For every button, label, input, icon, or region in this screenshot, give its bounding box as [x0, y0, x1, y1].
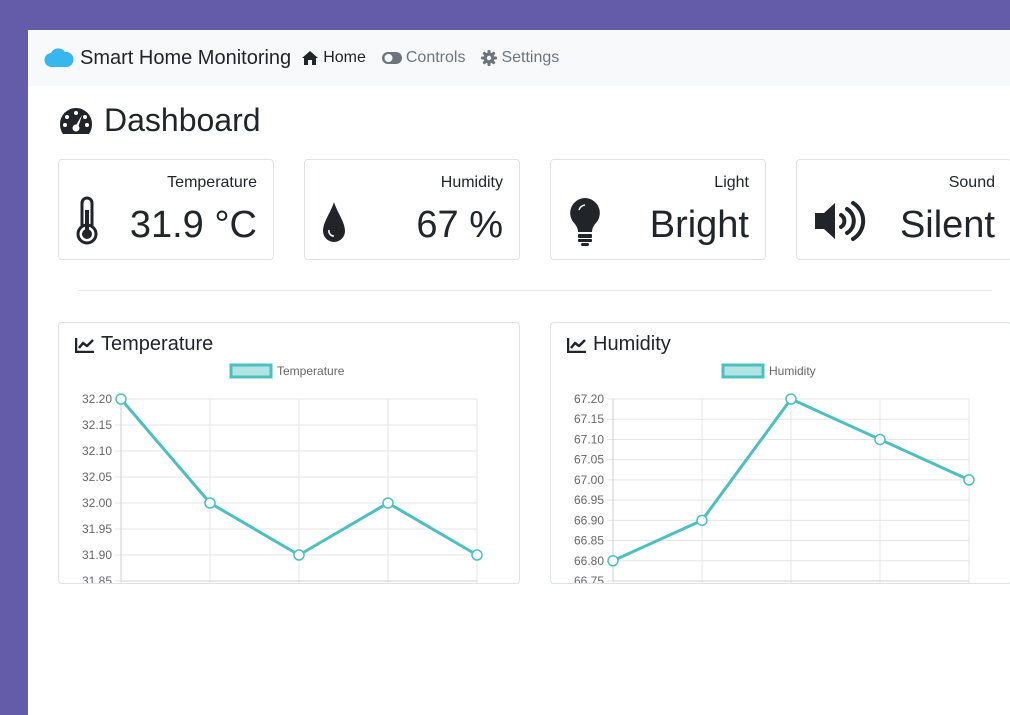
data-point	[874, 433, 886, 446]
legend-label: Humidity	[769, 364, 816, 378]
sound-value: Silent	[899, 204, 995, 246]
temperature-card: Temperature 31.9 °C	[58, 159, 274, 260]
humidity-chart: Humidity 67.20 67.15 67.10 67.05 67.00 66.95 66…	[574, 363, 975, 583]
gear-icon	[481, 50, 498, 66]
data-point	[204, 497, 216, 509]
nav-settings-label: Settings	[501, 49, 560, 66]
humidity-chart-header: Humidity	[567, 333, 671, 356]
y-tick-label: 67.05	[574, 453, 604, 467]
y-tick-label: 67.10	[574, 432, 604, 446]
legend-swatch	[721, 363, 765, 379]
navbar: Smart Home Monitoring Home Controls Sett…	[28, 30, 1010, 86]
y-tick-label: 32.05	[82, 470, 112, 484]
sound-card: Sound Silent	[796, 159, 1010, 260]
nav-controls-label: Controls	[405, 49, 466, 66]
y-tick-label: 31.95	[82, 522, 112, 536]
main-window: Smart Home Monitoring Home Controls Sett…	[28, 30, 1010, 715]
section-divider	[78, 290, 992, 291]
brand[interactable]: Smart Home Monitoring	[44, 47, 291, 70]
toggle-icon	[381, 52, 402, 64]
y-tick-label: 66.80	[574, 554, 604, 568]
nav-home-label: Home	[323, 49, 366, 66]
y-tick-label: 31.85	[82, 574, 112, 583]
speaker-icon	[815, 201, 866, 241]
data-point	[696, 514, 708, 527]
y-tick-label: 32.00	[82, 496, 112, 510]
data-point	[382, 497, 394, 509]
lightbulb-icon	[570, 198, 600, 246]
humidity-card: Humidity 67 %	[304, 159, 520, 260]
y-tick-label: 31.90	[82, 548, 112, 562]
y-tick-label: 32.10	[82, 444, 112, 458]
legend-swatch	[229, 363, 273, 379]
light-card: Light Bright	[550, 159, 766, 260]
nav-controls[interactable]: Controls	[381, 49, 466, 67]
data-point	[607, 555, 619, 567]
nav-home[interactable]: Home	[301, 49, 366, 67]
data-point	[963, 474, 975, 486]
y-tick-label: 66.85	[574, 534, 604, 548]
humidity-value: 67 %	[416, 204, 503, 246]
y-tick-label: 32.20	[82, 392, 112, 406]
light-value: Bright	[649, 204, 749, 246]
light-label: Light	[714, 174, 749, 191]
chart-line-icon	[75, 337, 94, 353]
page-title: Dashboard	[104, 102, 261, 138]
droplet-icon	[323, 202, 345, 242]
cloud-icon	[44, 48, 74, 68]
y-tick-label: 67.15	[574, 412, 604, 426]
temperature-value: 31.9 °C	[129, 204, 257, 246]
y-tick-label: 66.75	[574, 574, 604, 583]
home-icon	[302, 51, 319, 65]
temperature-chart-title: Temperature	[101, 333, 214, 355]
temperature-label: Temperature	[167, 174, 257, 191]
humidity-chart-title: Humidity	[593, 333, 671, 355]
temperature-chart-header: Temperature	[75, 333, 213, 356]
data-point	[293, 549, 305, 561]
data-point	[471, 549, 483, 561]
thermometer-icon	[76, 196, 98, 245]
y-tick-label: 67.20	[574, 392, 604, 406]
brand-name: Smart Home Monitoring	[80, 46, 292, 69]
sound-label: Sound	[948, 174, 995, 191]
temperature-chart-card: Temperature Temperature 32.20 32.15 32.10 32…	[58, 322, 520, 584]
page-title-row: Dashboard	[58, 102, 261, 139]
legend-label: Temperature	[277, 364, 345, 378]
chart-line-icon	[567, 337, 586, 353]
data-point	[785, 393, 797, 405]
data-point	[115, 393, 127, 405]
y-tick-label: 66.95	[574, 493, 604, 507]
humidity-label: Humidity	[440, 174, 503, 191]
temperature-chart: Temperature 32.20 32.15 32.10 32.05 32.00 31.9…	[82, 363, 483, 583]
y-tick-label: 32.15	[82, 418, 112, 432]
y-tick-label: 66.90	[574, 513, 604, 527]
humidity-chart-card: Humidity Humidity 67.20 67.15 67.10 67.05 67.…	[550, 322, 1010, 584]
nav-settings[interactable]: Settings	[481, 49, 559, 67]
gauge-icon	[60, 107, 92, 134]
y-tick-label: 67.00	[574, 473, 604, 487]
